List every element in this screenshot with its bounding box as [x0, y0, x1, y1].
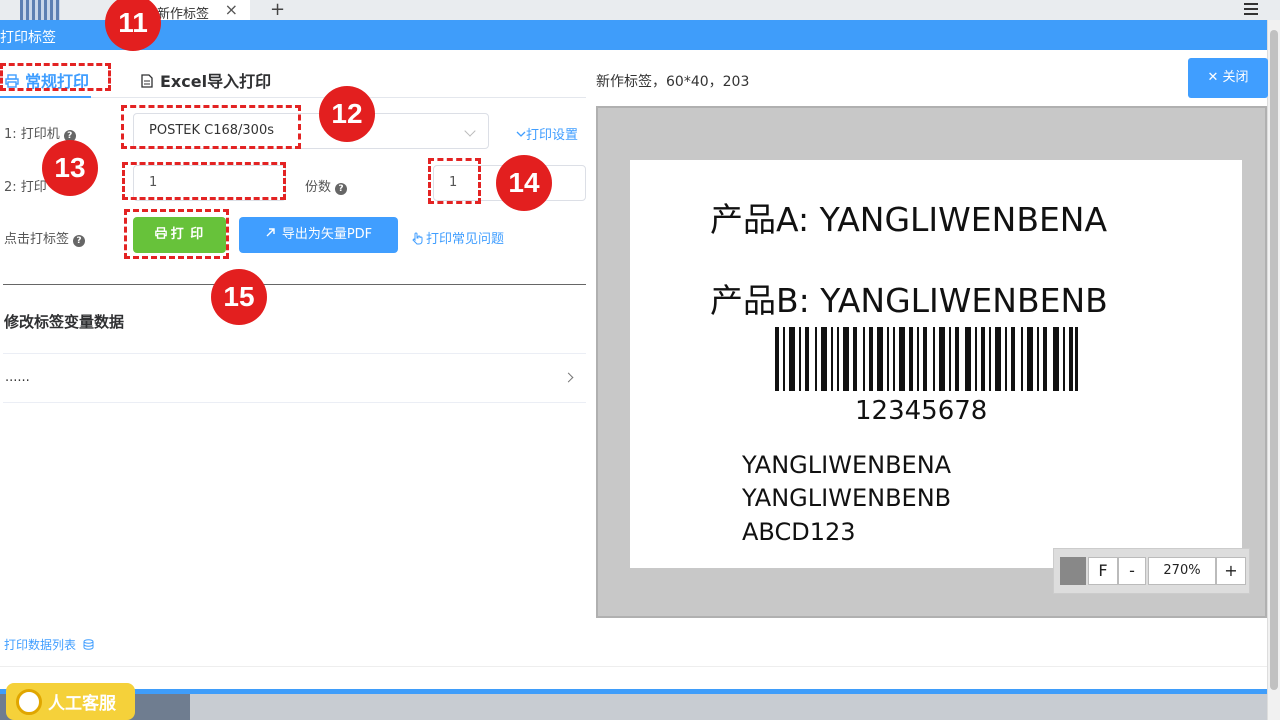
barcode-image	[775, 327, 1078, 391]
tab-excel-print-label: Excel导入打印	[160, 72, 272, 91]
print-settings-label: 打印设置	[526, 128, 579, 143]
zoom-in-button[interactable]: +	[1216, 557, 1246, 585]
variables-row-text: ......	[5, 370, 30, 385]
print-data-list-link[interactable]: 打印数据列表	[4, 636, 94, 653]
database-icon	[83, 639, 94, 650]
click-print-label: 点击打标签?	[4, 228, 86, 247]
customer-service-button[interactable]: 人工客服	[6, 683, 135, 720]
dialog-title: 打印标签	[0, 30, 56, 46]
vertical-scrollbar[interactable]	[1267, 20, 1280, 720]
variables-collapse-item[interactable]: ......	[3, 353, 586, 403]
label-text-2: YANGLIWENBENB	[742, 484, 952, 512]
color-swatch-button[interactable]	[1060, 557, 1086, 585]
copies-label-text: 份数	[305, 180, 332, 195]
label-line-product-a: 产品A: YANGLIWENBENA	[710, 200, 1108, 239]
tab-excel-print[interactable]: Excel导入打印	[140, 68, 271, 92]
close-button-label: 关闭	[1222, 70, 1249, 85]
label-text-1: YANGLIWENBENA	[742, 451, 952, 479]
tab-close-icon[interactable]: ×	[225, 0, 238, 19]
chevron-right-icon	[563, 372, 574, 383]
annotation-marker-14: 14	[496, 155, 552, 211]
menu-icon[interactable]	[1244, 3, 1258, 15]
zoom-value-field[interactable]: 270%	[1148, 557, 1216, 585]
print-faq-label: 打印常见问题	[426, 232, 505, 247]
label-text-3: ABCD123	[742, 518, 856, 546]
annotation-box-printer	[121, 105, 301, 149]
annotation-box-range	[122, 162, 286, 200]
customer-service-label: 人工客服	[48, 694, 116, 714]
annotation-marker-13: 13	[42, 140, 98, 196]
close-icon: ✕	[1207, 70, 1219, 85]
scrollbar-thumb[interactable]	[1270, 30, 1278, 690]
click-print-label-text: 点击打标签	[4, 232, 70, 247]
footer-divider	[0, 666, 1267, 667]
annotation-marker-12: 12	[319, 86, 375, 142]
print-range-label-text: 2: 打印	[4, 180, 47, 195]
variables-section-title: 修改标签变量数据	[4, 313, 125, 331]
chevron-down-icon	[516, 131, 526, 137]
hand-pointer-icon	[412, 232, 423, 245]
print-data-list-label: 打印数据列表	[4, 638, 77, 652]
browser-tab-strip: 新作标签 × +	[0, 0, 1280, 22]
print-range-label: 2: 打印	[4, 176, 47, 195]
export-arrow-icon	[266, 228, 275, 237]
annotation-box-normal-tab	[0, 63, 111, 91]
section-divider	[3, 284, 586, 285]
dialog-header: 打印标签	[0, 20, 1267, 50]
zoom-toolbar: F - 270% +	[1053, 548, 1250, 594]
label-info-text: 新作标签，60*40，203	[596, 74, 750, 90]
background-app-area	[0, 694, 1267, 720]
close-button[interactable]: ✕ 关闭	[1188, 58, 1268, 98]
print-settings-link[interactable]: 打印设置	[516, 124, 578, 143]
app-logo-icon	[20, 0, 60, 20]
customer-service-avatar-icon	[16, 689, 42, 715]
annotation-marker-15: 15	[211, 269, 267, 325]
label-line-product-b: 产品B: YANGLIWENBENB	[710, 281, 1108, 320]
printer-label: 1: 打印机?	[4, 123, 76, 142]
print-faq-link[interactable]: 打印常见问题	[411, 228, 504, 247]
help-icon[interactable]: ?	[73, 235, 86, 247]
zoom-out-button[interactable]: -	[1118, 557, 1146, 585]
export-pdf-button[interactable]: 导出为矢量PDF	[239, 217, 398, 253]
export-pdf-label: 导出为矢量PDF	[281, 227, 373, 242]
barcode-number: 12345678	[855, 396, 988, 426]
chevron-down-icon	[464, 125, 476, 137]
annotation-box-copies	[428, 158, 481, 204]
fit-button[interactable]: F	[1088, 557, 1118, 585]
printer-label-text: 1: 打印机	[4, 127, 60, 142]
copies-label: 份数?	[305, 176, 348, 195]
annotation-box-print	[124, 209, 229, 259]
tab-new-label[interactable]: 新作标签 ×	[145, 0, 250, 22]
document-icon	[141, 74, 153, 88]
help-icon[interactable]: ?	[335, 183, 348, 195]
add-tab-icon[interactable]: +	[270, 0, 285, 20]
